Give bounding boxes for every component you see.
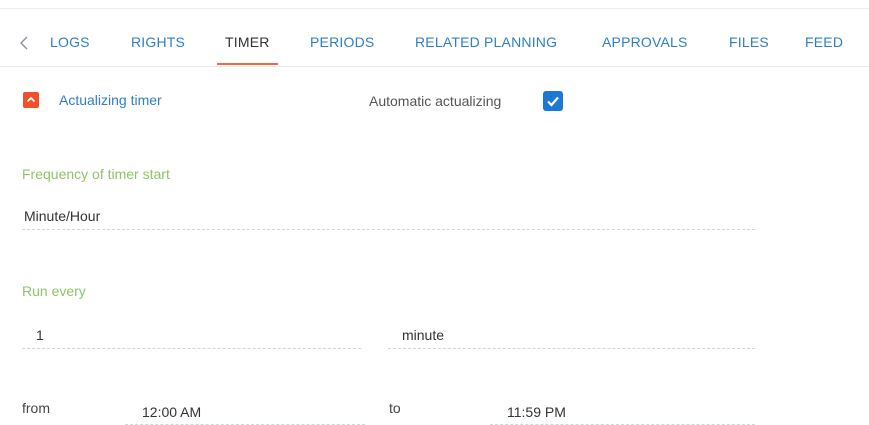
tab-timer[interactable]: TIMER	[225, 34, 270, 50]
frequency-label: Frequency of timer start	[22, 166, 170, 182]
active-tab-indicator	[217, 63, 278, 65]
run-every-count-field[interactable]: 1	[22, 322, 361, 349]
automatic-actualizing-checkbox[interactable]	[543, 91, 563, 111]
tab-rights[interactable]: RIGHTS	[131, 34, 185, 50]
tab-related-planning[interactable]: RELATED PLANNING	[415, 34, 557, 50]
to-time-field[interactable]: 11:59 PM	[490, 398, 755, 425]
run-every-unit-field[interactable]: minute	[388, 322, 755, 349]
tab-feed[interactable]: FEED	[805, 34, 843, 50]
tab-approvals[interactable]: APPROVALS	[602, 34, 688, 50]
section-title: Actualizing timer	[59, 92, 162, 108]
tabs-scroll-left-icon[interactable]	[15, 32, 33, 54]
checkmark-icon	[547, 96, 559, 107]
from-time-value: 12:00 AM	[142, 404, 202, 420]
frequency-value: Minute/Hour	[24, 208, 101, 224]
run-every-unit: minute	[402, 327, 445, 343]
run-every-count: 1	[36, 327, 44, 343]
tab-periods[interactable]: PERIODS	[310, 34, 374, 50]
to-time-value: 11:59 PM	[507, 404, 566, 420]
run-every-label: Run every	[22, 283, 86, 299]
to-label: to	[389, 400, 401, 416]
collapse-section-button[interactable]	[23, 92, 39, 108]
tab-files[interactable]: FILES	[729, 34, 769, 50]
from-time-field[interactable]: 12:00 AM	[125, 398, 365, 425]
frequency-field[interactable]: Minute/Hour	[22, 203, 755, 230]
tab-bar: LOGS RIGHTS TIMER PERIODS RELATED PLANNI…	[0, 22, 869, 67]
chevron-up-icon	[26, 96, 36, 103]
automatic-actualizing-label: Automatic actualizing	[369, 93, 502, 109]
top-divider	[0, 8, 869, 9]
from-label: from	[22, 400, 50, 416]
tab-logs[interactable]: LOGS	[50, 34, 90, 50]
